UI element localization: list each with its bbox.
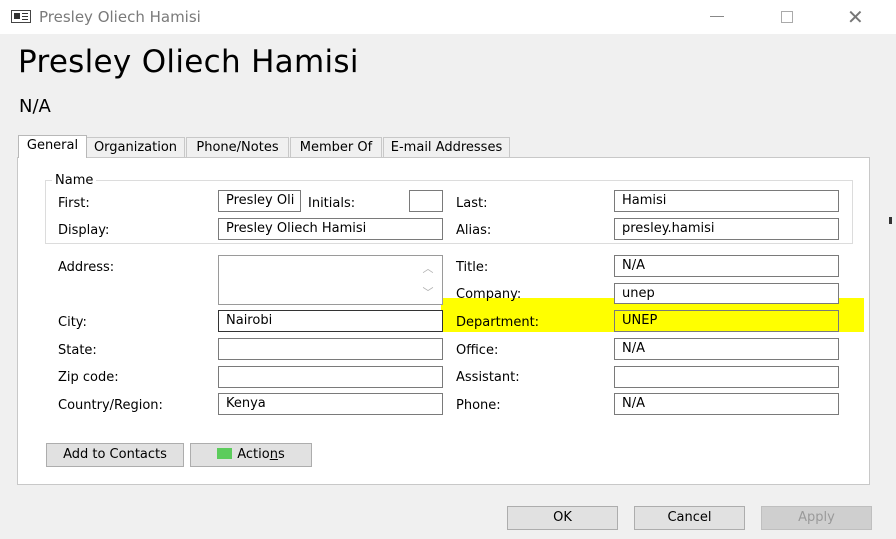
- ok-button[interactable]: OK: [507, 506, 618, 530]
- initials-field[interactable]: [409, 190, 443, 212]
- minimize-button[interactable]: [694, 5, 740, 29]
- actions-icon: [217, 448, 233, 459]
- phone-field[interactable]: N/A: [614, 393, 839, 415]
- window-edge-mark: [889, 217, 892, 224]
- tab-general[interactable]: General: [18, 135, 87, 158]
- last-name-label: Last:: [456, 196, 488, 211]
- country-region-field[interactable]: Kenya: [218, 393, 443, 415]
- city-label: City:: [58, 315, 87, 330]
- address-label: Address:: [58, 260, 115, 275]
- zip-code-label: Zip code:: [58, 370, 119, 385]
- first-name-field[interactable]: Presley Oli: [218, 190, 301, 212]
- close-button[interactable]: ✕: [833, 5, 879, 29]
- actions-label-pre: Actio: [237, 447, 270, 462]
- cancel-button[interactable]: Cancel: [634, 506, 745, 530]
- apply-button[interactable]: Apply: [761, 506, 872, 530]
- actions-button[interactable]: Actions: [190, 443, 312, 467]
- department-label: Department:: [456, 315, 540, 330]
- company-field[interactable]: unep: [614, 283, 839, 304]
- country-region-label: Country/Region:: [58, 398, 163, 413]
- scroll-up-icon[interactable]: ︿: [420, 260, 436, 276]
- window-title: Presley Oliech Hamisi: [39, 8, 201, 26]
- close-icon: ✕: [847, 5, 864, 29]
- job-title-label: Title:: [456, 260, 489, 275]
- assistant-field[interactable]: [614, 366, 839, 388]
- phone-label: Phone:: [456, 398, 501, 413]
- tab-member-of[interactable]: Member Of: [290, 137, 382, 157]
- contact-card-icon[interactable]: [11, 10, 31, 23]
- last-name-field[interactable]: Hamisi: [614, 190, 839, 212]
- tab-organization[interactable]: Organization: [86, 137, 185, 157]
- tab-email-addresses[interactable]: E-mail Addresses: [383, 137, 510, 157]
- department-field[interactable]: UNEP: [614, 310, 839, 332]
- actions-label-post: s: [277, 447, 285, 462]
- office-field[interactable]: N/A: [614, 338, 839, 360]
- maximize-button[interactable]: [764, 5, 810, 29]
- name-group-label: Name: [52, 173, 97, 188]
- contact-title: N/A: [19, 96, 51, 117]
- assistant-label: Assistant:: [456, 370, 520, 385]
- initials-label: Initials:: [308, 196, 356, 211]
- city-field[interactable]: Nairobi: [218, 310, 443, 332]
- contact-display-name: Presley Oliech Hamisi: [18, 44, 359, 80]
- state-label: State:: [58, 343, 97, 358]
- state-field[interactable]: [218, 338, 443, 360]
- maximize-icon: [781, 11, 793, 23]
- add-to-contacts-button[interactable]: Add to Contacts: [46, 443, 184, 467]
- display-name-field[interactable]: Presley Oliech Hamisi: [218, 218, 443, 240]
- first-name-label: First:: [58, 196, 90, 211]
- display-name-label: Display:: [58, 223, 110, 238]
- tab-phone-notes[interactable]: Phone/Notes: [186, 137, 289, 157]
- alias-label: Alias:: [456, 223, 492, 238]
- company-label: Company:: [456, 287, 522, 302]
- job-title-field[interactable]: N/A: [614, 255, 839, 277]
- actions-access-key: n: [269, 447, 278, 462]
- address-textarea[interactable]: ︿ ﹀: [218, 255, 443, 305]
- office-label: Office:: [456, 343, 499, 358]
- zip-code-field[interactable]: [218, 366, 443, 388]
- alias-field[interactable]: presley.hamisi: [614, 218, 839, 240]
- minimize-icon: [710, 16, 724, 17]
- scroll-down-icon[interactable]: ﹀: [420, 284, 436, 300]
